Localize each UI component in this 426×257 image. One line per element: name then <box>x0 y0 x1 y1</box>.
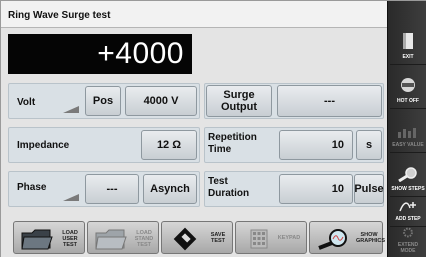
folder-icon <box>95 229 127 250</box>
hot-off-button[interactable]: HOT OFF <box>390 67 426 109</box>
save-test-label: SAVE TEST <box>210 232 226 244</box>
repetition-time-value-button[interactable]: 10 <box>279 130 353 160</box>
test-duration-label: Test Duration <box>208 176 250 199</box>
save-test-button[interactable]: SAVE TEST <box>161 221 233 254</box>
volt-value-button[interactable]: 4000 V <box>125 86 197 116</box>
repetition-time-label: Repetition Time <box>208 132 257 155</box>
show-steps-label: SHOW STEPS <box>391 186 425 192</box>
exit-button[interactable]: EXIT <box>390 23 426 65</box>
phase-dropdown-indicator[interactable] <box>63 194 79 201</box>
easy-value-button[interactable]: EASY VALUE <box>390 111 426 153</box>
extend-mode-button[interactable]: EXTEND MODE <box>390 227 426 257</box>
show-graphics-button[interactable]: SHOW GRAPHICS <box>309 221 386 254</box>
repetition-time-unit-button[interactable]: s <box>356 130 382 160</box>
test-duration-unit-button[interactable]: Pulse <box>354 174 384 204</box>
extend-mode-label: EXTEND MODE <box>397 242 419 254</box>
load-user-test-button[interactable]: LOAD USER TEST <box>13 221 85 254</box>
test-duration-value-button[interactable]: 10 <box>279 174 353 204</box>
phase-label: Phase <box>17 182 47 193</box>
app-window: Ring Wave Surge test +4000 Volt Pos 4000… <box>0 0 426 257</box>
phase-value-button[interactable]: --- <box>85 174 139 204</box>
show-steps-button[interactable]: SHOW STEPS <box>390 155 426 197</box>
surge-output-value-button[interactable]: --- <box>277 85 382 117</box>
add-step-button[interactable]: ADD STEP <box>390 199 426 227</box>
hot-off-label: HOT OFF <box>397 98 419 104</box>
load-stand-test-label: LOAD STAND TEST <box>134 230 154 248</box>
easy-value-label: EASY VALUE <box>392 142 424 148</box>
door-icon <box>403 33 413 49</box>
impedance-value-button[interactable]: 12 Ω <box>141 130 197 160</box>
power-icon <box>401 78 415 92</box>
bar-graph-icon <box>398 128 416 138</box>
surge-output-button[interactable]: Surge Output <box>206 85 272 117</box>
voltage-display: +4000 <box>8 34 192 74</box>
keypad-button[interactable]: KEYPAD <box>235 221 307 254</box>
folder-icon <box>21 229 53 250</box>
load-stand-test-button[interactable]: LOAD STAND TEST <box>87 221 159 254</box>
window-title: Ring Wave Surge test <box>1 1 387 28</box>
side-toolbar: EXIT HOT OFF EASY VALUE SHOW STEPS ADD S… <box>387 1 426 257</box>
magnifier-icon <box>318 229 347 250</box>
volt-label: Volt <box>17 97 36 108</box>
polarity-button[interactable]: Pos <box>85 86 121 116</box>
main-area: Ring Wave Surge test +4000 Volt Pos 4000… <box>1 1 387 257</box>
keypad-icon <box>250 229 268 249</box>
exit-label: EXIT <box>402 54 414 60</box>
phase-mode-button[interactable]: Asynch <box>143 174 197 204</box>
add-step-label: ADD STEP <box>395 216 421 222</box>
gear-icon <box>403 227 413 238</box>
diskette-icon <box>173 227 197 251</box>
show-graphics-label: SHOW GRAPHICS <box>356 232 386 244</box>
load-user-test-label: LOAD USER TEST <box>62 230 78 248</box>
magnifier-icon <box>398 167 417 182</box>
keypad-label: KEYPAD <box>277 235 301 241</box>
impedance-label: Impedance <box>17 140 70 151</box>
volt-dropdown-indicator[interactable] <box>63 106 79 113</box>
add-step-icon <box>399 202 416 212</box>
